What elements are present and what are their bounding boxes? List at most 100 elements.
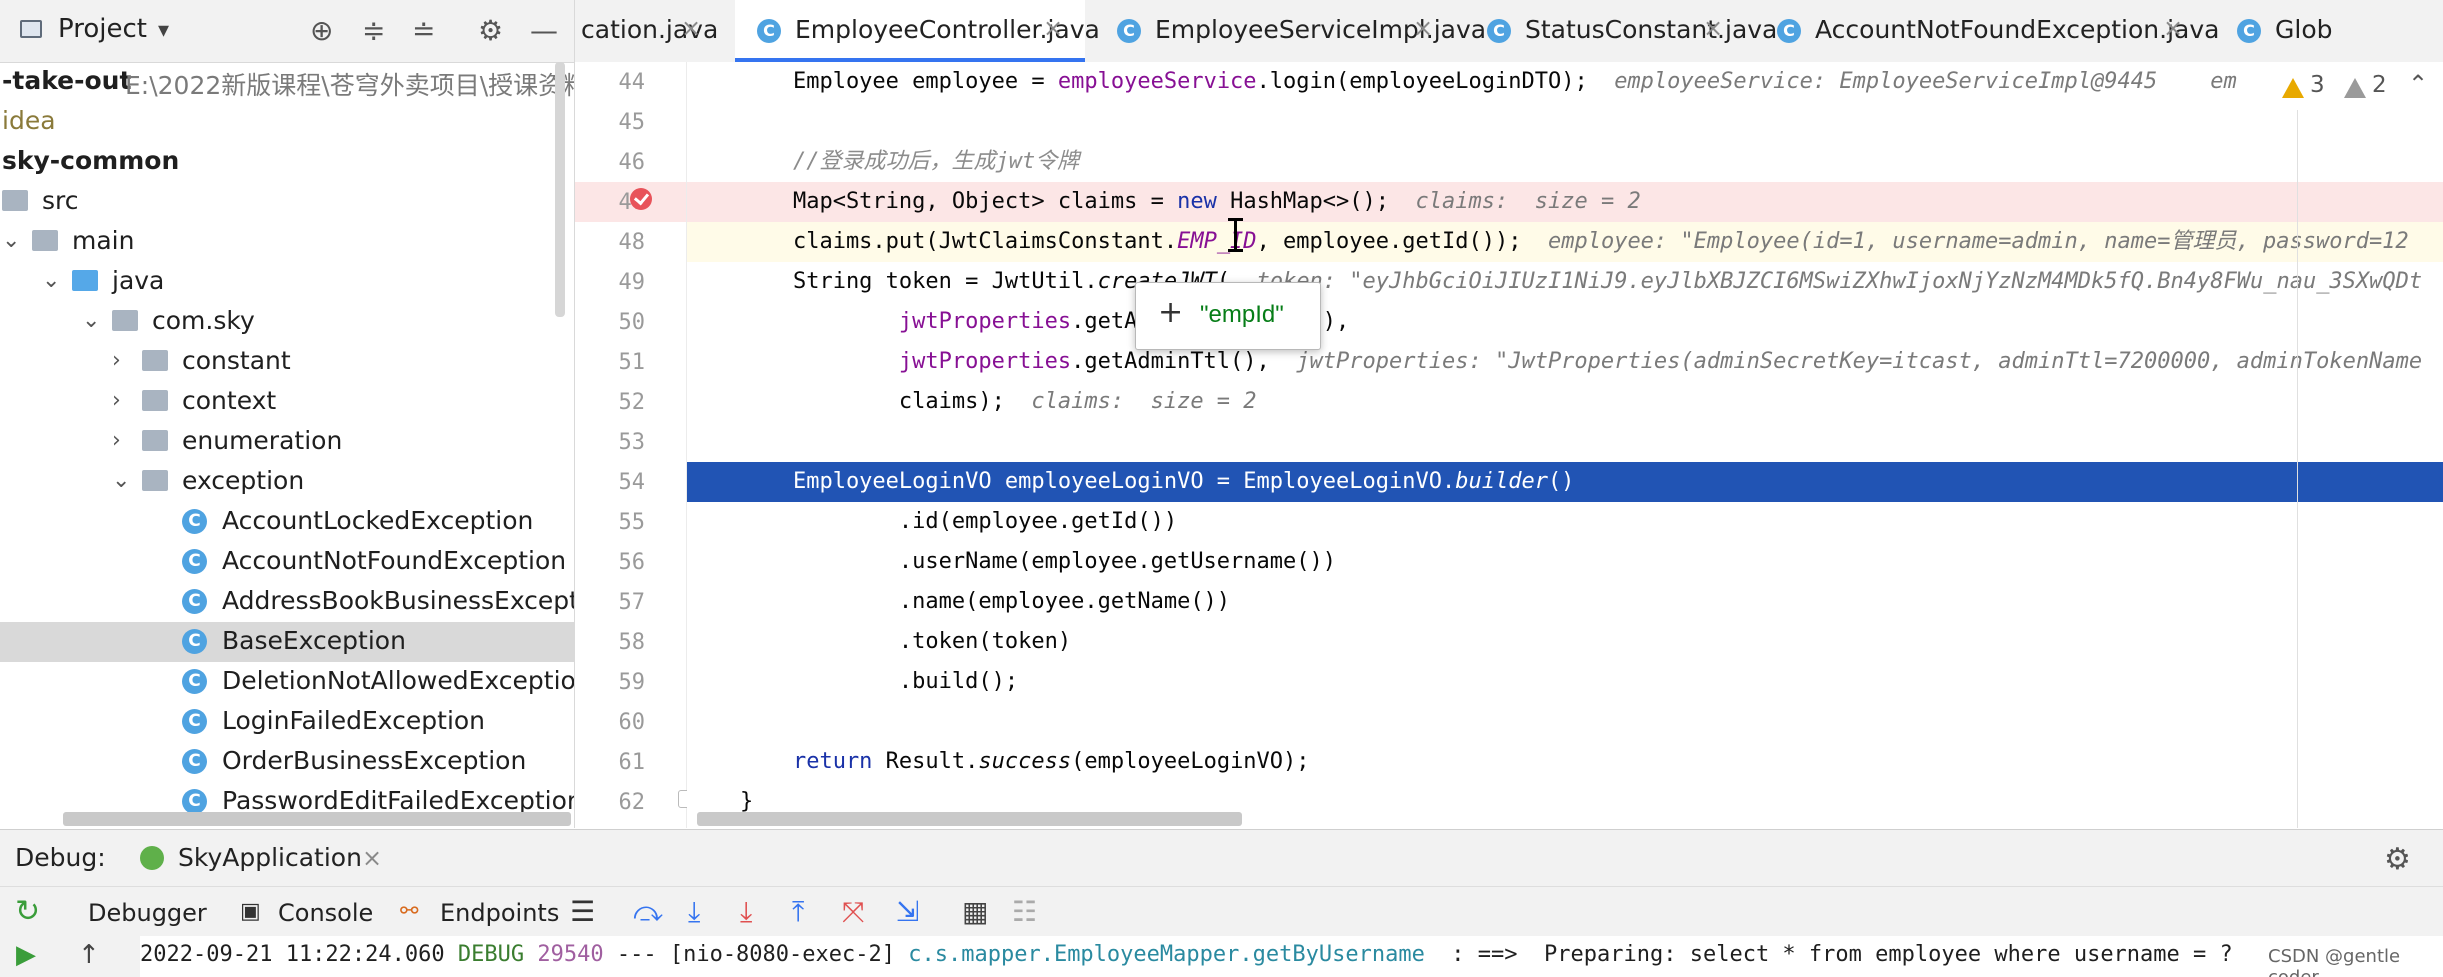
code-line[interactable]: jwtProperties.getAdminSecretKey(),	[687, 302, 2443, 342]
step-over-icon[interactable]: ⤼	[633, 895, 663, 929]
inspection-widget[interactable]: 3 2 ⌃	[2270, 62, 2443, 110]
code-line[interactable]	[687, 422, 2443, 462]
line-number-gutter[interactable]: 44454647484950515253545556575859606162	[575, 62, 687, 828]
tree-item[interactable]: ⌄ exception	[0, 462, 574, 502]
arrow-up-icon[interactable]: ↑	[78, 940, 100, 970]
run-to-cursor-icon[interactable]: ⇲	[896, 895, 919, 928]
step-out-icon[interactable]: ⤒	[792, 895, 804, 929]
editor-tab[interactable]: cation.java ×	[575, 0, 723, 62]
code-line[interactable]: EmployeeLoginVO employeeLoginVO = Employ…	[687, 462, 2443, 502]
chevron-right-icon[interactable]: ›	[112, 428, 121, 453]
code-editor[interactable]: Employee employee = employeeService.logi…	[687, 62, 2443, 828]
quick-evaluate-tooltip[interactable]: + "empId"	[1135, 282, 1321, 350]
chevron-right-icon[interactable]: ›	[112, 348, 121, 373]
debug-session-tab[interactable]: SkyApplication	[178, 843, 362, 872]
force-step-into-icon[interactable]: ⤓	[740, 895, 752, 929]
editor-horizontal-scrollbar[interactable]	[697, 812, 1242, 826]
tree-item[interactable]: C OrderBusinessException	[0, 742, 574, 782]
close-icon[interactable]: ×	[1043, 14, 1063, 42]
chevron-up-icon[interactable]: ⌃	[2408, 70, 2428, 98]
chevron-down-icon[interactable]: ⌄	[42, 268, 60, 293]
project-vertical-scrollbar[interactable]	[555, 62, 565, 317]
editor-tab[interactable]: C StatusConstant.java ×	[1465, 0, 1777, 62]
ide-window: Project ▾ ⊕ ≑ ≐ ⚙ — -take-out E:\2022新版课程…	[0, 0, 2443, 977]
class-icon: C	[1487, 19, 1511, 43]
tree-item[interactable]: C AccountLockedException	[0, 502, 574, 542]
chevron-down-icon[interactable]: ⌄	[2, 228, 20, 253]
editor-tab[interactable]: C EmployeeServiceImpl.java ×	[1095, 0, 1486, 62]
code-line[interactable]	[687, 102, 2443, 142]
code-line[interactable]: .build();	[687, 662, 2443, 702]
chevron-down-icon[interactable]: ⌄	[82, 308, 100, 333]
console-tab[interactable]: Console	[278, 899, 373, 927]
tree-item[interactable]: › constant	[0, 342, 574, 382]
add-watch-icon[interactable]: +	[1158, 295, 1183, 330]
chevron-down-icon[interactable]: ▾	[158, 18, 169, 43]
code-line[interactable]: jwtProperties.getAdminTtl(), jwtProperti…	[687, 342, 2443, 382]
close-icon[interactable]: ×	[1413, 14, 1433, 42]
tree-item[interactable]: idea	[0, 102, 574, 142]
endpoints-tab[interactable]: Endpoints	[440, 899, 559, 927]
tree-item[interactable]: src	[0, 182, 574, 222]
code-line[interactable]: Map<String, Object> claims = new HashMap…	[687, 182, 2443, 222]
expand-all-icon[interactable]: ≑	[362, 14, 385, 47]
tree-item-label: context	[182, 386, 277, 415]
tree-item[interactable]: C AccountNotFoundException	[0, 542, 574, 582]
code-token: new	[1177, 189, 1217, 214]
code-line[interactable]: .id(employee.getId())	[687, 502, 2443, 542]
drop-frame-icon[interactable]: ⤧	[842, 895, 864, 929]
tree-item[interactable]: C DeletionNotAllowedException	[0, 662, 574, 702]
code-line[interactable]: claims); claims: size = 2	[687, 382, 2443, 422]
debugger-tab[interactable]: Debugger	[88, 899, 207, 927]
close-icon[interactable]: ×	[681, 14, 701, 42]
menu-icon[interactable]: ☰	[570, 895, 595, 928]
resume-icon[interactable]: ▶	[16, 940, 36, 970]
endpoints-icon: ⚯	[400, 899, 419, 924]
tree-item[interactable]: C LoginFailedException	[0, 702, 574, 742]
tree-item[interactable]: ⌄ java	[0, 262, 574, 302]
close-icon[interactable]: ×	[2163, 14, 2183, 42]
code-line[interactable]: //登录成功后，生成jwt令牌	[687, 142, 2443, 182]
breakpoint-icon[interactable]	[630, 188, 652, 210]
chevron-right-icon[interactable]: ›	[112, 388, 121, 413]
minimize-icon[interactable]: —	[530, 14, 558, 47]
line-number: 62	[618, 790, 646, 815]
collapse-all-icon[interactable]: ≐	[412, 14, 435, 47]
code-line[interactable]: .token(token)	[687, 622, 2443, 662]
code-line[interactable]: claims.put(JwtClaimsConstant.EMP_ID, emp…	[687, 222, 2443, 262]
tree-item[interactable]: ⌄ main	[0, 222, 574, 262]
gear-icon[interactable]: ⚙	[478, 14, 503, 47]
close-icon[interactable]: ×	[362, 844, 382, 872]
editor-tab[interactable]: C AccountNotFoundException.java ×	[1755, 0, 2219, 62]
close-icon[interactable]: ×	[1703, 14, 1723, 42]
code-line[interactable]: .name(employee.getName())	[687, 582, 2443, 622]
rerun-icon[interactable]: ↻	[15, 894, 40, 929]
tree-item[interactable]: › enumeration	[0, 422, 574, 462]
tree-item[interactable]: -take-out E:\2022新版课程\苍穹外卖项目\授课资料\	[0, 62, 574, 102]
tree-item[interactable]: › context	[0, 382, 574, 422]
line-number: 52	[618, 390, 646, 415]
trace-icon[interactable]: ☷	[1012, 895, 1037, 928]
project-horizontal-scrollbar[interactable]	[63, 812, 571, 826]
code-line[interactable]: return Result.success(employeeLoginVO);	[687, 742, 2443, 782]
project-panel: Project ▾ ⊕ ≑ ≐ ⚙ — -take-out E:\2022新版课程…	[0, 0, 575, 828]
editor-tab[interactable]: C EmployeeController.java ×	[735, 0, 1100, 62]
log-logger[interactable]: c.s.mapper.EmployeeMapper.getByUsername	[908, 942, 1425, 967]
project-panel-title[interactable]: Project	[58, 14, 147, 44]
step-into-icon[interactable]: ⤓	[688, 895, 700, 929]
evaluate-expression-icon[interactable]: ▦	[962, 895, 988, 928]
weak-warning-icon	[2344, 74, 2370, 100]
tree-item[interactable]: ⌄ com.sky	[0, 302, 574, 342]
log-timestamp: 2022-09-21 11:22:24.060	[140, 942, 458, 967]
editor-tab[interactable]: C Glob	[2215, 0, 2443, 62]
tree-item[interactable]: C BaseException	[0, 622, 574, 662]
crosshair-icon[interactable]: ⊕	[310, 14, 333, 47]
gear-icon[interactable]: ⚙	[2384, 842, 2411, 877]
tree-item[interactable]: sky-common	[0, 142, 574, 182]
chevron-down-icon[interactable]: ⌄	[112, 468, 130, 493]
code-line[interactable]	[687, 702, 2443, 742]
code-line[interactable]: Employee employee = employeeService.logi…	[687, 62, 2443, 102]
code-line[interactable]: .userName(employee.getUsername())	[687, 542, 2443, 582]
tree-item[interactable]: C AddressBookBusinessException	[0, 582, 574, 622]
code-line[interactable]: String token = JwtUtil.createJWT( token:…	[687, 262, 2443, 302]
